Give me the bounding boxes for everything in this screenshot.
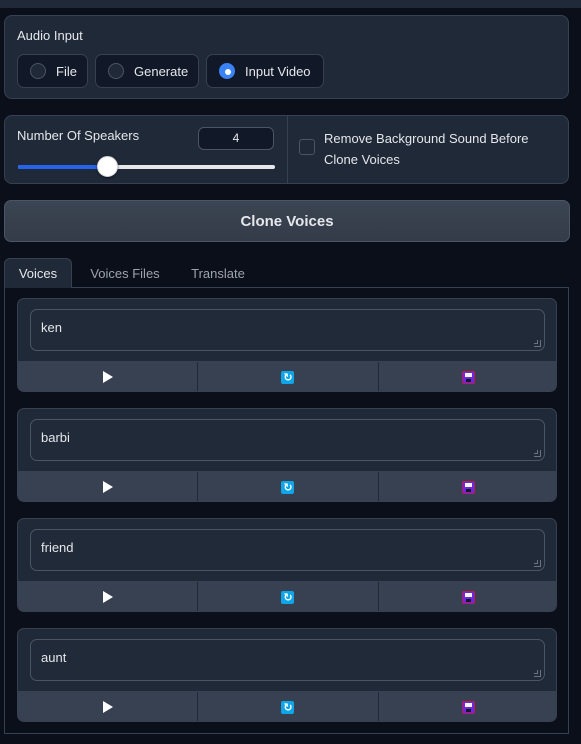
audio-input-label: Audio Input xyxy=(17,28,83,43)
save-icon xyxy=(461,700,475,714)
resize-handle-icon[interactable] xyxy=(534,340,541,347)
save-button[interactable] xyxy=(378,362,556,391)
play-icon xyxy=(102,371,113,383)
regenerate-button[interactable]: ↻ xyxy=(198,362,379,391)
tab-translate[interactable]: Translate xyxy=(180,258,256,288)
speakers-slider-fill xyxy=(18,165,108,169)
voice-card: barbi ↻ xyxy=(17,408,557,502)
remove-bg-label: Remove Background Sound Before Clone Voi… xyxy=(324,131,529,167)
regenerate-button[interactable]: ↻ xyxy=(198,472,379,501)
save-icon xyxy=(461,480,475,494)
radio-generate[interactable]: Generate xyxy=(95,54,199,88)
play-icon xyxy=(102,591,113,603)
top-strip xyxy=(0,0,581,8)
voice-card: ken ↻ xyxy=(17,298,557,392)
voice-action-row: ↻ xyxy=(18,361,556,391)
voice-card: friend ↻ xyxy=(17,518,557,612)
save-button[interactable] xyxy=(378,582,556,611)
voice-action-row: ↻ xyxy=(18,581,556,611)
clone-voices-button[interactable]: Clone Voices xyxy=(4,200,570,242)
voice-action-row: ↻ xyxy=(18,471,556,501)
radio-file[interactable]: File xyxy=(17,54,88,88)
radio-input-video-dot[interactable] xyxy=(219,63,235,79)
resize-handle-icon[interactable] xyxy=(534,560,541,567)
voice-name-field[interactable]: aunt xyxy=(30,639,545,681)
radio-input-video[interactable]: Input Video xyxy=(206,54,324,88)
refresh-icon: ↻ xyxy=(281,700,295,714)
voice-name-text: friend xyxy=(41,540,74,555)
resize-handle-icon[interactable] xyxy=(534,450,541,457)
radio-input-video-label: Input Video xyxy=(245,63,311,79)
resize-handle-icon[interactable] xyxy=(534,670,541,677)
tab-voices[interactable]: Voices xyxy=(4,258,72,288)
play-button[interactable] xyxy=(18,692,199,721)
speakers-label: Number Of Speakers xyxy=(17,128,140,143)
speakers-slider-track[interactable] xyxy=(18,165,275,169)
regenerate-button[interactable]: ↻ xyxy=(198,692,379,721)
play-icon xyxy=(102,481,113,493)
voice-name-field[interactable]: barbi xyxy=(30,419,545,461)
play-button[interactable] xyxy=(18,362,199,391)
save-button[interactable] xyxy=(378,472,556,501)
tab-voices-files[interactable]: Voices Files xyxy=(80,258,170,288)
speakers-panel: Number Of Speakers 4 Remove Background S… xyxy=(4,115,569,184)
radio-generate-dot[interactable] xyxy=(108,63,124,79)
voice-name-text: barbi xyxy=(41,430,70,445)
refresh-icon: ↻ xyxy=(281,590,295,604)
speakers-slider-thumb[interactable] xyxy=(97,156,119,177)
save-icon xyxy=(461,370,475,384)
refresh-icon: ↻ xyxy=(281,370,295,384)
play-icon xyxy=(102,701,113,713)
panel-divider xyxy=(287,116,288,183)
save-icon xyxy=(461,590,475,604)
voice-name-text: ken xyxy=(41,320,62,335)
voice-action-row: ↻ xyxy=(18,691,556,721)
play-button[interactable] xyxy=(18,472,199,501)
radio-file-label: File xyxy=(56,63,77,79)
voice-name-text: aunt xyxy=(41,650,67,665)
voice-name-field[interactable]: ken xyxy=(30,309,545,351)
radio-file-dot[interactable] xyxy=(30,63,46,79)
refresh-icon: ↻ xyxy=(281,480,295,494)
radio-generate-label: Generate xyxy=(134,63,189,79)
regenerate-button[interactable]: ↻ xyxy=(198,582,379,611)
speakers-number-input[interactable]: 4 xyxy=(198,127,274,150)
play-button[interactable] xyxy=(18,582,199,611)
save-button[interactable] xyxy=(378,692,556,721)
voice-card: aunt ↻ xyxy=(17,628,557,722)
voice-name-field[interactable]: friend xyxy=(30,529,545,571)
audio-input-panel: Audio Input File Generate Input Video xyxy=(4,15,569,99)
remove-bg-checkbox[interactable] xyxy=(299,139,315,155)
